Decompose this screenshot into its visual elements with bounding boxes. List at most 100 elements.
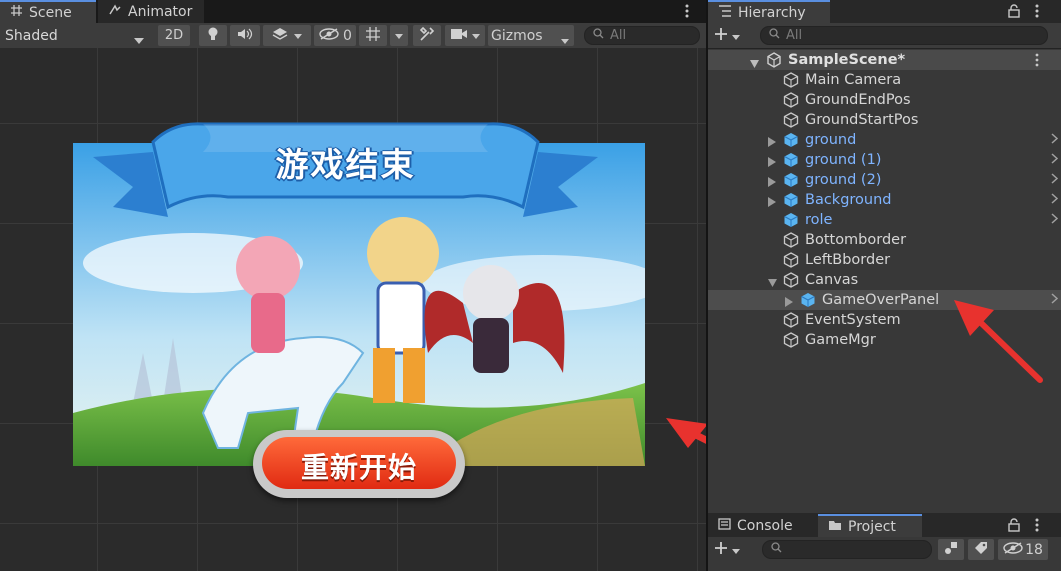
shading-mode-label: Shaded	[5, 27, 58, 44]
collapsed-triangle-icon[interactable]	[785, 295, 793, 311]
collapsed-triangle-icon[interactable]	[768, 175, 776, 191]
hierarchy-item[interactable]: Main Camera	[708, 70, 1061, 90]
hierarchy-item-label: Main Camera	[805, 72, 902, 88]
tab-animator-label: Animator	[128, 3, 193, 20]
animator-icon	[108, 3, 122, 20]
hierarchy-item[interactable]: Bottomborder	[708, 230, 1061, 250]
prefab-cube-icon	[783, 152, 799, 168]
tab-hierarchy[interactable]: Hierarchy	[708, 0, 830, 23]
scene-more-options-icon[interactable]	[1034, 52, 1040, 72]
hierarchy-item[interactable]: Background	[708, 190, 1061, 210]
filter-by-type-button[interactable]	[938, 539, 964, 560]
prefab-open-chevron-icon[interactable]	[1051, 152, 1059, 168]
folder-icon	[828, 519, 842, 535]
hierarchy-item[interactable]: LeftBborder	[708, 250, 1061, 270]
hierarchy-item-label: GroundStartPos	[805, 112, 919, 128]
hidden-packages-count: 18	[1025, 541, 1043, 558]
restart-button[interactable]: 重新开始	[253, 430, 465, 498]
prefab-open-chevron-icon[interactable]	[1051, 192, 1059, 208]
hierarchy-add-button[interactable]	[714, 27, 748, 45]
collapsed-triangle-icon[interactable]	[768, 155, 776, 171]
hierarchy-lock-icon[interactable]	[1008, 4, 1020, 22]
project-add-button[interactable]	[714, 541, 748, 559]
project-lock-icon[interactable]	[1008, 518, 1020, 536]
prefab-open-chevron-icon[interactable]	[1051, 172, 1059, 188]
speaker-icon	[237, 28, 253, 44]
hierarchy-list-icon	[718, 4, 732, 21]
hierarchy-more-menu-icon[interactable]	[1032, 3, 1042, 23]
hierarchy-tree: Main Camera GroundEndPos GroundStartPos gro…	[708, 70, 1061, 510]
tab-hierarchy-label: Hierarchy	[738, 4, 806, 21]
tab-animator[interactable]: Animator	[98, 0, 204, 23]
banner-ribbon: 游戏结束	[93, 112, 598, 222]
chevron-down-icon	[732, 542, 740, 558]
project-more-menu-icon[interactable]	[1032, 517, 1042, 537]
scene-name: SampleScene*	[788, 52, 906, 68]
hierarchy-item[interactable]: ground	[708, 130, 1061, 150]
plus-icon	[714, 27, 728, 45]
banner-title: 游戏结束	[275, 145, 416, 184]
scene-root-row[interactable]: SampleScene*	[708, 50, 1061, 70]
hierarchy-item-label: ground	[805, 132, 857, 148]
hierarchy-item-label: GameOverPanel	[822, 292, 940, 308]
chevron-down-icon	[732, 28, 740, 44]
hierarchy-item[interactable]: Canvas	[708, 270, 1061, 290]
hierarchy-item-label: Background	[805, 192, 892, 208]
gameobject-cube-icon	[783, 272, 799, 288]
shading-mode-dropdown[interactable]: Shaded	[0, 25, 152, 46]
search-icon	[771, 542, 782, 557]
lighting-toggle[interactable]	[199, 25, 227, 46]
gameobject-cube-icon	[783, 112, 799, 128]
chevron-down-icon	[561, 33, 569, 48]
grid-snap-dropdown[interactable]	[390, 25, 408, 46]
shapes-icon	[944, 541, 958, 559]
collapsed-triangle-icon[interactable]	[768, 135, 776, 151]
hierarchy-item-label: GroundEndPos	[805, 92, 911, 108]
search-icon	[593, 28, 604, 43]
collapsed-triangle-icon[interactable]	[768, 195, 776, 211]
gizmos-label: Gizmos	[491, 27, 543, 44]
effects-toggle[interactable]	[263, 25, 311, 46]
hidden-packages-toggle[interactable]: 18	[998, 539, 1048, 560]
prefab-cube-icon	[783, 172, 799, 188]
layers-icon	[272, 27, 288, 44]
tools-toggle[interactable]	[413, 25, 441, 46]
hierarchy-item[interactable]: GroundEndPos	[708, 90, 1061, 110]
prefab-open-chevron-icon[interactable]	[1051, 132, 1059, 148]
gizmos-dropdown[interactable]: Gizmos	[488, 25, 574, 46]
annotation-arrow-hierarchy	[954, 300, 1043, 383]
hierarchy-item[interactable]: role	[708, 210, 1061, 230]
expanded-triangle-icon[interactable]	[768, 275, 777, 291]
camera-settings-dropdown[interactable]	[445, 25, 485, 46]
grid-snap-toggle[interactable]	[359, 25, 387, 46]
gameobject-cube-icon	[783, 252, 799, 268]
hierarchy-item[interactable]: ground (1)	[708, 150, 1061, 170]
prefab-cube-icon	[783, 132, 799, 148]
hierarchy-search-input[interactable]: All	[760, 26, 1048, 45]
tab-project[interactable]: Project	[818, 514, 922, 537]
gameobject-cube-icon	[783, 232, 799, 248]
hierarchy-search-placeholder: All	[786, 28, 803, 43]
tag-icon	[974, 541, 988, 559]
prefab-open-chevron-icon[interactable]	[1051, 212, 1059, 228]
prefab-open-chevron-icon[interactable]	[1051, 292, 1059, 308]
mode-2d-label: 2D	[164, 28, 184, 43]
audio-toggle[interactable]	[230, 25, 260, 46]
hierarchy-item[interactable]: GroundStartPos	[708, 110, 1061, 130]
scene-more-menu-icon[interactable]	[682, 3, 692, 19]
hierarchy-item-label: GameMgr	[805, 332, 876, 348]
filter-by-label-button[interactable]	[968, 539, 994, 560]
tab-scene-label: Scene	[29, 4, 72, 21]
project-search-input[interactable]	[762, 540, 932, 559]
tab-scene[interactable]: Scene	[0, 0, 96, 23]
scene-visibility-toggle[interactable]: 0	[314, 25, 356, 46]
grid-snap-icon	[365, 26, 381, 46]
tab-console[interactable]: Console	[708, 514, 818, 537]
scene-search-input[interactable]: All	[584, 26, 700, 45]
restart-button-label: 重新开始	[300, 451, 417, 484]
grid-icon	[10, 4, 23, 21]
mode-2d-toggle[interactable]: 2D	[158, 25, 190, 46]
camera-icon	[450, 28, 468, 44]
hierarchy-item[interactable]: ground (2)	[708, 170, 1061, 190]
hierarchy-item-label: role	[805, 212, 833, 228]
